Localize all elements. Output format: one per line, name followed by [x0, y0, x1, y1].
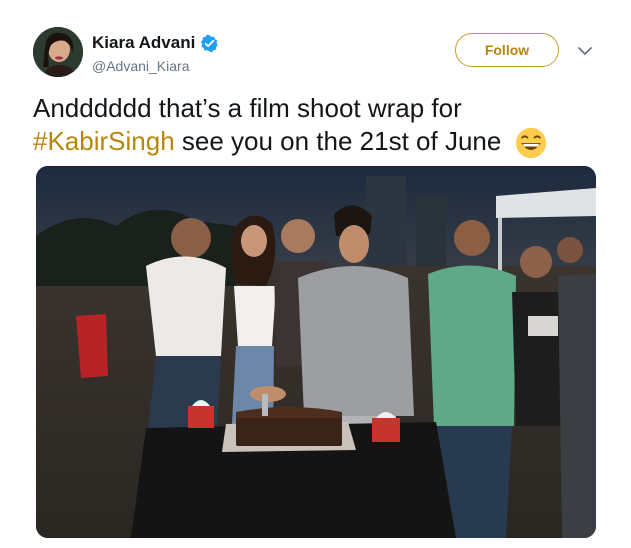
tweet-text-part1: Andddddd that’s a film shoot wrap for: [33, 93, 462, 123]
chevron-down-icon[interactable]: [577, 43, 593, 59]
verified-badge-icon: [201, 34, 219, 52]
grinning-face-emoji: [515, 128, 546, 159]
cake-cutting-photo: [36, 166, 596, 538]
avatar-image: [33, 27, 83, 77]
tweet-text-part2: see you on the 21st of June: [174, 126, 502, 156]
display-name[interactable]: Kiara Advani: [92, 33, 195, 53]
tweet-card: Kiara Advani @Advani_Kiara Follow Andddd…: [0, 0, 631, 548]
tweet-photo[interactable]: [36, 166, 596, 538]
name-row: Kiara Advani: [92, 33, 219, 53]
tweet-text: Andddddd that’s a film shoot wrap for #K…: [33, 92, 613, 159]
hashtag-link[interactable]: #KabirSingh: [33, 126, 175, 156]
follow-button[interactable]: Follow: [455, 33, 559, 67]
avatar[interactable]: [33, 27, 83, 77]
user-handle[interactable]: @Advani_Kiara: [92, 58, 190, 74]
